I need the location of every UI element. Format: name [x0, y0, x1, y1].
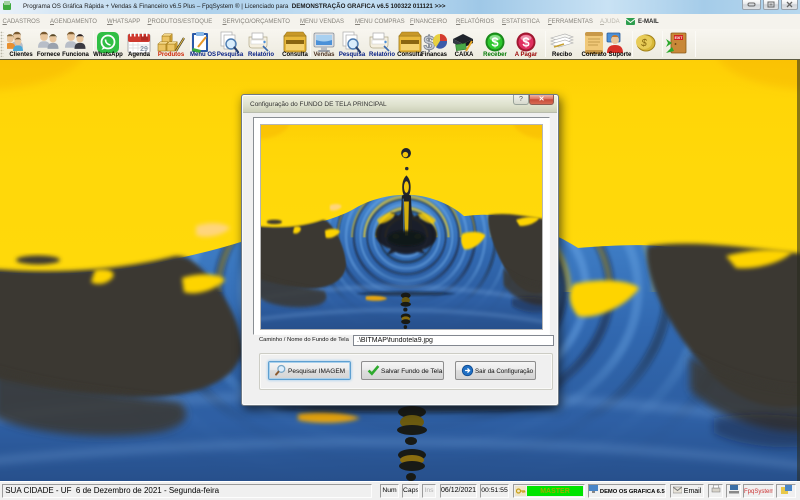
- svg-text:$: $: [522, 35, 530, 50]
- svg-text:$: $: [491, 35, 499, 50]
- svg-text:$: $: [640, 38, 647, 49]
- svg-text:$: $: [423, 33, 434, 54]
- svg-text:EXIT: EXIT: [675, 36, 684, 40]
